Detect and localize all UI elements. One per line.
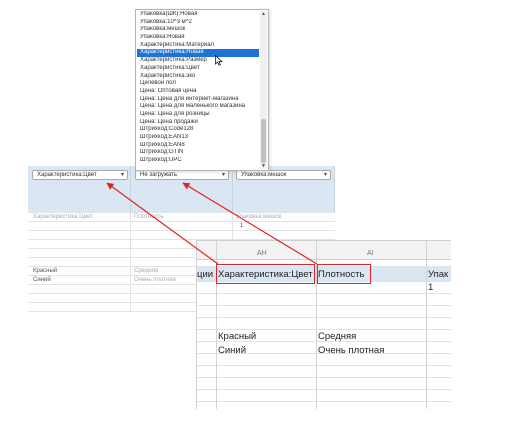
dropdown-option[interactable]: Штрихкод:EAN13 bbox=[137, 134, 259, 142]
select-value: Упаковка:мешок bbox=[241, 172, 287, 178]
sheet-cell[interactable]: Красный bbox=[218, 331, 256, 342]
preview-row bbox=[28, 231, 335, 240]
preview-cell: Средняя bbox=[134, 268, 159, 274]
dropdown-option[interactable]: Штрихкод:GTIN bbox=[137, 149, 259, 157]
highlight-box-density bbox=[317, 264, 371, 284]
chevron-down-icon: ▾ bbox=[120, 172, 124, 178]
dropdown-option[interactable]: Характеристика:эко bbox=[137, 73, 259, 81]
preview-cell: 1 bbox=[240, 223, 244, 229]
dropdown-option[interactable]: Штрихкод:Code128 bbox=[137, 126, 259, 134]
dropdown-option[interactable]: Упаковка:10^3 м^2 bbox=[137, 19, 259, 27]
header-cell-packaging[interactable]: Упак bbox=[428, 269, 448, 280]
chevron-down-icon: ▾ bbox=[221, 172, 225, 178]
preview-header-cell: Упаковка:мешок bbox=[236, 214, 282, 220]
dropdown-option[interactable]: Цена: Цена для маленького магазина bbox=[137, 103, 259, 111]
dropdown-option[interactable]: Штрихкод:EAN8 bbox=[137, 142, 259, 150]
sheet-cell[interactable]: Синий bbox=[218, 345, 246, 356]
preview-cell: Красный bbox=[33, 268, 58, 274]
preview-row: 1 bbox=[28, 222, 335, 231]
select-value: Не загружать bbox=[140, 172, 178, 178]
mapping-header-band: Характеристика:Цвет ▾ Не загружать ▾ Упа… bbox=[28, 166, 335, 213]
dropdown-option[interactable]: Штрихкод:UPC bbox=[137, 157, 259, 165]
sheet-cell[interactable]: Средняя bbox=[318, 331, 356, 342]
scrollbar-thumb[interactable] bbox=[261, 119, 266, 163]
sheet-cell[interactable]: 1 bbox=[428, 282, 433, 293]
column-mapping-select-1[interactable]: Характеристика:Цвет ▾ bbox=[32, 170, 128, 180]
dropdown-option[interactable]: Упаковка(ШК):Новая bbox=[137, 11, 259, 19]
preview-cell: Синий bbox=[33, 277, 51, 283]
scroll-down-icon[interactable]: ▼ bbox=[260, 163, 267, 169]
column-header-ah: AH bbox=[257, 250, 267, 257]
column-header-ai: AI bbox=[367, 250, 374, 257]
scroll-up-icon[interactable]: ▲ bbox=[260, 11, 267, 17]
preview-header-cell: Плотность bbox=[134, 214, 164, 220]
dropdown-option[interactable]: Цена: Цена для розницы bbox=[137, 111, 259, 119]
mouse-pointer-icon bbox=[215, 55, 223, 66]
dropdown-option[interactable]: Цена: Оптовая цена bbox=[137, 88, 259, 96]
dropdown-options: Упаковка(ШК):Новая Упаковка:10^3 м^2 Упа… bbox=[137, 11, 259, 165]
dropdown-option[interactable]: Характеристика:Размер bbox=[137, 57, 259, 65]
column-mapping-select-2[interactable]: Не загружать ▾ bbox=[135, 170, 229, 180]
column-mapping-select-3[interactable]: Упаковка:мешок ▾ bbox=[236, 170, 331, 180]
spreadsheet-view: AH AI ции Характеристика:Цвет Плотность … bbox=[196, 240, 451, 409]
dropdown-option[interactable]: Цена: Цена для интернет-магазина bbox=[137, 96, 259, 104]
sheet-cell[interactable]: Очень плотная bbox=[318, 345, 384, 356]
dropdown-option[interactable]: Упаковка:Новая bbox=[137, 34, 259, 42]
dropdown-option[interactable]: Цена: Цена продажи bbox=[137, 119, 259, 127]
preview-header-cell: Характеристика:Цвет bbox=[33, 214, 93, 220]
dropdown-option[interactable]: Упаковка:мешок bbox=[137, 26, 259, 34]
dropdown-option-selected[interactable]: Характеристика:Новая bbox=[137, 49, 259, 58]
column-header-bar: AH AI bbox=[197, 241, 451, 260]
dropdown-option[interactable]: Характеристика:Материал bbox=[137, 42, 259, 50]
select-value: Характеристика:Цвет bbox=[37, 172, 97, 178]
dropdown-scrollbar[interactable]: ▲ ▼ bbox=[260, 11, 267, 169]
highlight-box-color bbox=[216, 264, 315, 284]
dropdown-option[interactable]: Характеристика:Цвет bbox=[137, 65, 259, 73]
header-cell-partial[interactable]: ции bbox=[197, 269, 213, 280]
dropdown-option[interactable]: Целевой пол bbox=[137, 80, 259, 88]
column-mapping-dropdown[interactable]: Упаковка(ШК):Новая Упаковка:10^3 м^2 Упа… bbox=[135, 9, 269, 171]
preview-cell: Очень плотная bbox=[134, 277, 176, 283]
preview-header-row: Характеристика:Цвет Плотность Упаковка:м… bbox=[28, 213, 335, 222]
chevron-down-icon: ▾ bbox=[323, 172, 327, 178]
